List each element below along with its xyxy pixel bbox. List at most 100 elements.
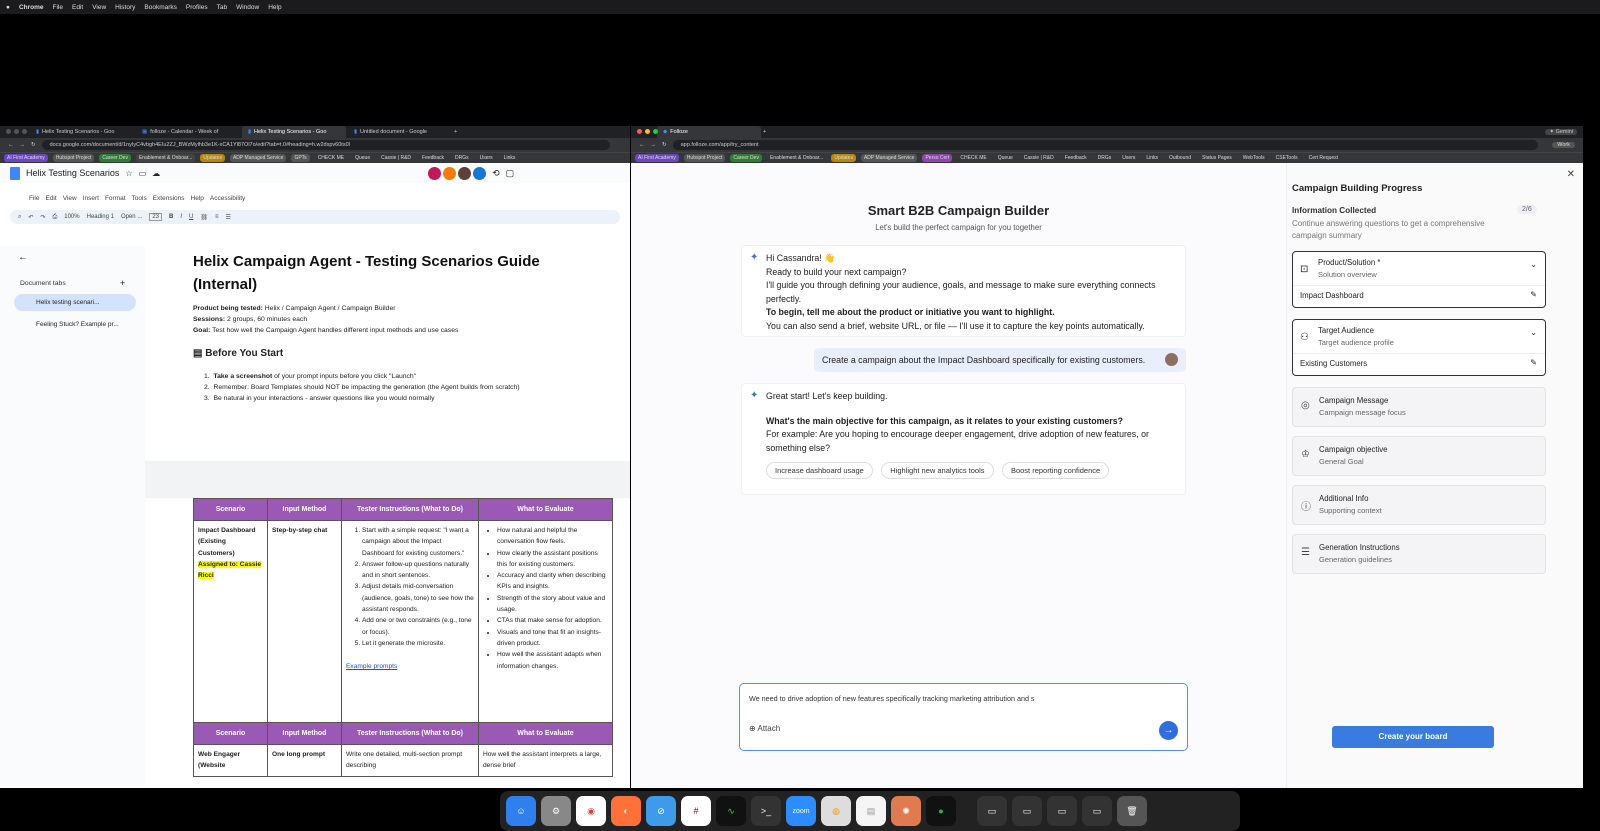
doc-heading[interactable]: Helix Campaign Agent - Testing Scenarios… [193,250,593,296]
apple-icon[interactable]: ● [6,4,10,11]
minimize-dot[interactable] [14,129,19,134]
comment-icon[interactable]: ▢ [506,168,515,179]
attach-button[interactable]: ⊕ Attach [749,724,780,733]
cloud-icon[interactable]: ☁ [152,169,160,178]
bookmark[interactable]: Hubspot Project [52,154,95,162]
terminal-icon[interactable]: >_ [751,796,781,826]
bookmark[interactable]: ADP Managed Service [229,154,287,162]
menu-bookmarks[interactable]: Bookmarks [144,4,177,11]
search-icon[interactable]: ⌕ [18,214,21,221]
trash-icon[interactable]: 🗑 [1117,796,1147,826]
docs-menu-extensions[interactable]: Extensions [153,195,185,202]
window-thumbnail-icon[interactable]: ▭ [1047,796,1077,826]
docs-menu-accessibility[interactable]: Accessibility [210,195,245,202]
print-icon[interactable]: ⎙ [52,214,57,221]
doc-tab-item-active[interactable]: Helix testing scenari... [14,294,136,311]
add-tab-icon[interactable]: + [120,278,125,288]
menu-history[interactable]: History [115,4,135,11]
docs-menu-view[interactable]: View [63,195,77,202]
browser-tab[interactable]: ▮ Helix Testing Scenarios - Goo [30,126,134,138]
bookmark[interactable]: Updates [831,154,856,162]
activity-icon[interactable]: ∿ [716,796,746,826]
notes-icon[interactable]: ▤ [856,796,886,826]
bookmark[interactable]: Users [1119,154,1138,162]
bookmark[interactable]: Cassie | R&D [378,154,414,162]
close-dot[interactable] [637,129,642,134]
bookmark[interactable]: Career Dev [99,154,131,162]
italic-icon[interactable]: I [180,214,182,220]
safari-icon[interactable]: ⊘ [646,796,676,826]
menu-help[interactable]: Help [268,4,281,11]
link-icon[interactable]: ⛓ [200,214,208,221]
bookmark[interactable]: Career Dev [730,154,762,162]
bookmark[interactable]: GPTs [291,154,310,162]
bookmark[interactable]: WebTools [1240,154,1268,162]
bookmark[interactable]: DRGs [1095,154,1115,162]
doc-title[interactable]: Helix Testing Scenarios [26,168,119,178]
back-icon[interactable]: ← [8,142,14,148]
bookmark[interactable]: Cert Request [1306,154,1341,162]
font-size-input[interactable]: 23 [149,213,163,221]
bookmark[interactable]: Feedback [1062,154,1090,162]
style-select[interactable]: Heading 1 [87,214,114,220]
docs-menu-edit[interactable]: Edit [45,195,56,202]
forward-icon[interactable]: → [20,142,26,148]
pencil-icon[interactable]: ✎ [1530,358,1537,367]
bookmark[interactable]: Cassie | R&D [1021,154,1057,162]
avatar[interactable] [473,166,487,180]
finder-icon[interactable]: ☺ [506,796,536,826]
window-thumbnail-icon[interactable]: ▭ [1082,796,1112,826]
progress-item-objective[interactable]: ♔ Campaign objective General Goal [1292,436,1546,476]
reload-icon[interactable]: ↻ [31,142,36,148]
doc-tab-item[interactable]: Feeling Stuck? Example pr... [14,316,136,333]
menu-app-name[interactable]: Chrome [19,4,44,11]
zoom-dot[interactable] [22,129,27,134]
bookmark[interactable]: Queue [352,154,373,162]
bookmark[interactable]: CHECK ME [315,154,347,162]
avatar[interactable] [443,166,457,180]
back-arrow-icon[interactable]: ← [18,252,28,263]
bookmark[interactable]: Outbound [1166,154,1194,162]
avatar[interactable] [458,166,472,180]
chevron-down-icon[interactable]: ⌄ [1530,328,1537,337]
bookmark[interactable]: Users [477,154,496,162]
bookmark[interactable]: CHECK ME [957,154,989,162]
suggestion-chip[interactable]: Boost reporting confidence [1001,462,1110,479]
new-tab-icon[interactable]: + [763,129,766,135]
pencil-icon[interactable]: ✎ [1530,290,1537,299]
create-board-button[interactable]: Create your board [1332,726,1494,748]
star-icon[interactable]: ☆ [125,169,132,178]
chat-input[interactable]: We need to drive adoption of new feature… [749,694,1035,703]
bookmark[interactable]: AI First Academy [635,154,679,162]
align-icon[interactable]: ≡ [215,214,219,220]
menu-tab[interactable]: Tab [217,4,227,11]
bookmark[interactable]: Links [1143,154,1161,162]
slack-icon[interactable]: # [681,796,711,826]
bookmark[interactable]: DRGs [452,154,472,162]
docs-menu-insert[interactable]: Insert [83,195,99,202]
docs-menu-file[interactable]: File [29,195,39,202]
menu-view[interactable]: View [92,4,106,11]
zoom-dot[interactable] [653,129,658,134]
list-icon[interactable]: ☰ [226,214,231,221]
chevron-down-icon[interactable]: ⌄ [1530,260,1537,269]
window-thumbnail-icon[interactable]: ▭ [977,796,1007,826]
folder-icon[interactable]: ▭ [139,169,147,178]
suggestion-chip[interactable]: Highlight new analytics tools [881,462,994,479]
window-thumbnail-icon[interactable]: ▭ [1012,796,1042,826]
minimize-dot[interactable] [645,129,650,134]
progress-item-generation[interactable]: ☰ Generation Instructions Generation gui… [1292,534,1546,574]
forward-icon[interactable]: → [651,142,657,148]
firefox-icon[interactable]: ◐ [611,796,641,826]
back-icon[interactable]: ← [639,142,645,148]
undo-icon[interactable]: ↶ [28,214,33,221]
claude-icon[interactable]: ✺ [891,796,921,826]
menu-edit[interactable]: Edit [72,4,83,11]
close-icon[interactable]: ✕ [1567,169,1575,180]
browser-tab[interactable]: ▮ Untitled document - Google [348,126,452,138]
example-prompts-link[interactable]: Example prompts [346,661,474,672]
bookmark[interactable]: ADP Managed Service [860,154,918,162]
avatar[interactable] [428,166,442,180]
bookmark[interactable]: Hubspot Project [683,154,726,162]
underline-icon[interactable]: U [189,214,193,220]
